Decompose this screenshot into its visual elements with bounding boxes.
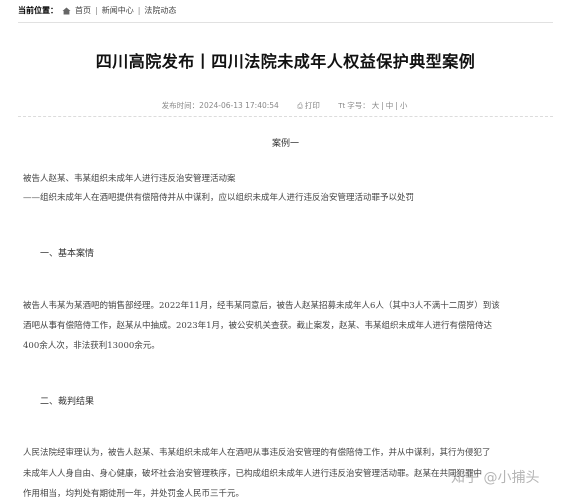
body-line: 被告人韦某为某酒吧的销售部经理。2022年11月，经韦某同意后，被告人赵某招募未… [23, 301, 500, 311]
section-heading-facts: 一、基本案情 [40, 249, 95, 259]
header-divider [18, 22, 553, 23]
breadcrumb: 当前位置： 首页 | 新闻中心 | 法院动态 [18, 5, 176, 16]
publish-time: 发布时间：2024-06-13 17:40:54 [161, 101, 279, 110]
breadcrumb-news-link[interactable]: 新闻中心 [102, 5, 134, 16]
body-line: 作用相当，均判处有期徒刑一年，并处罚金人民币三千元。 [23, 489, 245, 499]
article-title: 四川高院发布丨四川法院未成年人权益保护典型案例 [95, 52, 476, 71]
article-meta: 发布时间：2024-06-13 17:40:54 ⎙ 打印 Tt 字号：大 | 中 | 小 [0, 100, 571, 111]
case-heading: 案例一 [271, 139, 299, 149]
breadcrumb-separator: | [137, 6, 141, 15]
meta-divider [18, 116, 553, 117]
body-line: 400余人次，非法获利13000余元。 [23, 341, 160, 351]
case-title: 被告人赵某、韦某组织未成年人进行违反治安管理活动案 [23, 174, 236, 184]
body-line: 酒吧从事有偿陪侍工作，赵某从中抽成。2023年1月，被公安机关查获。截止案发，赵… [23, 321, 493, 331]
watermark: 知乎 @小捕头 [451, 470, 540, 486]
print-icon: ⎙ [297, 102, 303, 110]
font-size-control: Tt 字号：大 | 中 | 小 [338, 101, 410, 110]
print-button[interactable]: ⎙ 打印 [297, 101, 322, 110]
breadcrumb-separator: | [95, 6, 98, 15]
breadcrumb-label: 当前位置： [18, 6, 58, 15]
body-line: 人民法院经审理认为，被告人赵某、韦某组织未成年人在酒吧从事违反治安管理的有偿陪侍… [23, 448, 491, 458]
font-size-large-link[interactable]: 大 [370, 101, 382, 110]
section-heading-judgment: 二、裁判结果 [40, 397, 95, 407]
breadcrumb-home-link[interactable]: 首页 [75, 5, 91, 16]
home-icon [62, 7, 71, 15]
font-size-label: 字号： [347, 101, 370, 110]
font-size-icon: Tt [338, 102, 346, 110]
font-size-medium-link[interactable]: 中 [384, 101, 396, 110]
case-subtitle: ——组织未成年人在酒吧提供有偿陪侍并从中谋利，应以组织未成年人进行违反治安管理活… [23, 193, 415, 203]
breadcrumb-court-news-link[interactable]: 法院动态 [144, 5, 176, 16]
print-label: 打印 [304, 101, 320, 110]
body-line: 未成年人人身自由、身心健康，破坏社会治安管理秩序，已构成组织未成年人进行违反治安… [23, 469, 483, 479]
font-size-small-link[interactable]: 小 [398, 101, 410, 110]
